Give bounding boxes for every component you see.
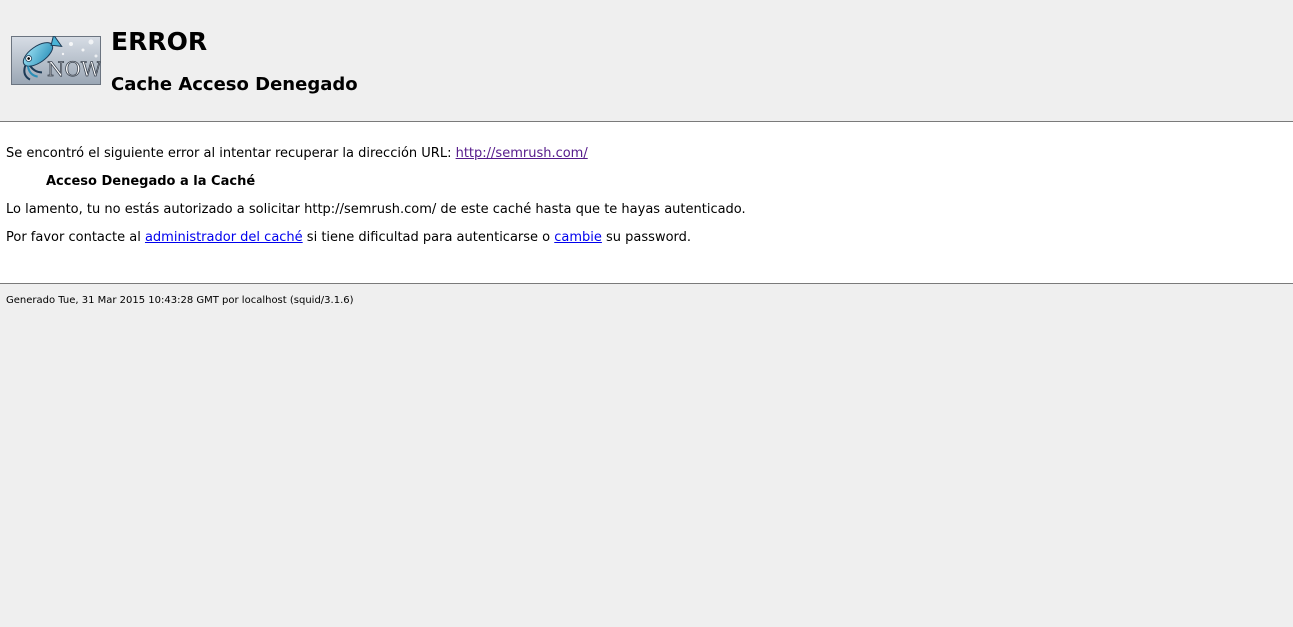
contact-text-1: Por favor contacte al bbox=[6, 230, 145, 245]
error-url-intro: Se encontró el siguiente error al intent… bbox=[6, 146, 456, 161]
cache-admin-link[interactable]: administrador del caché bbox=[145, 230, 303, 245]
contact-text-3: su password. bbox=[601, 230, 692, 245]
error-url-line: Se encontró el siguiente error al intent… bbox=[6, 146, 588, 162]
change-password-link[interactable]: cambie bbox=[554, 230, 602, 245]
error-content: Se encontró el siguiente error al intent… bbox=[0, 122, 1293, 284]
footer-generated: Generado Tue, 31 Mar 2015 10:43:28 GMT p… bbox=[6, 295, 354, 306]
error-description: Lo lamento, tu no estás autorizado a sol… bbox=[6, 202, 746, 217]
page-subtitle: Cache Acceso Denegado bbox=[111, 74, 358, 95]
contact-text-2: si tiene dificultad para autenticarse o bbox=[302, 230, 555, 245]
contact-line: Por favor contacte al administrador del … bbox=[6, 230, 691, 246]
page-title: ERROR bbox=[111, 27, 208, 56]
requested-url-link[interactable]: http://semrush.com/ bbox=[456, 146, 588, 161]
squid-logo: NOW bbox=[11, 36, 101, 85]
header: NOW ERROR Cache Acceso Denegado bbox=[0, 0, 1293, 122]
svg-text:NOW: NOW bbox=[47, 57, 101, 81]
error-heading: Acceso Denegado a la Caché bbox=[46, 174, 256, 189]
